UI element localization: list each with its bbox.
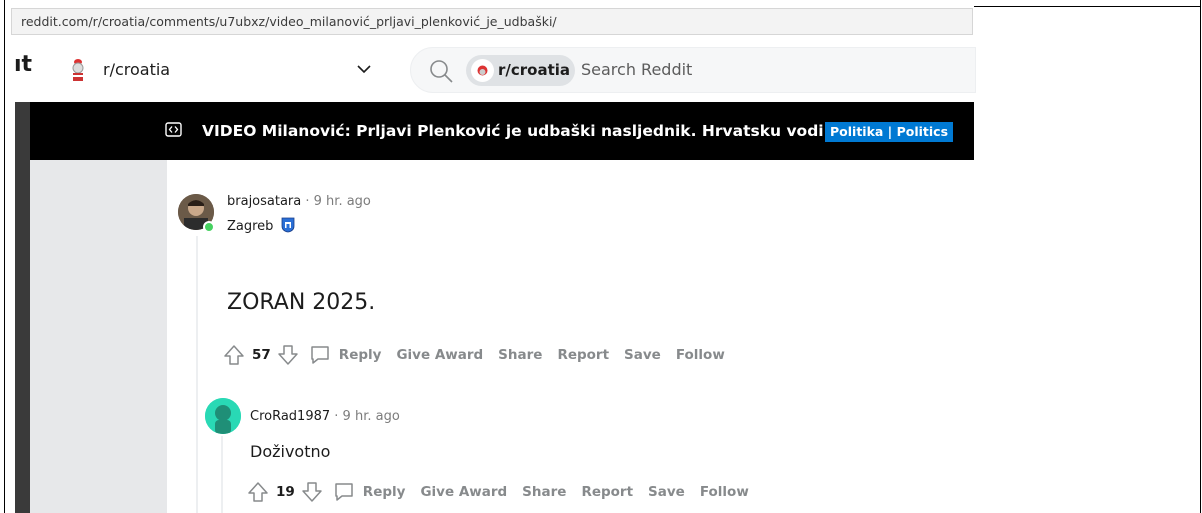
comment-bubble-icon[interactable] [333,481,355,503]
comment-timestamp[interactable]: · 9 hr. ago [305,194,371,209]
give-award-button[interactable]: Give Award [420,484,507,500]
comment-body: Doživotno [250,442,331,461]
user-flair: Zagreb [227,217,295,234]
downvote-icon[interactable] [301,481,323,503]
follow-button[interactable]: Follow [676,347,725,363]
search-chip-label: r/croatia [498,61,571,79]
upvote-icon[interactable] [247,481,269,503]
upvote-icon[interactable] [223,344,245,366]
search-icon [430,60,453,83]
search-box[interactable]: r/croatia Search Reddit [410,47,976,93]
comment-body: ZORAN 2025. [227,290,376,315]
reply-button[interactable]: Reply [363,484,406,500]
comment-timestamp[interactable]: · 9 hr. ago [334,409,400,424]
subreddit-chip-avatar [471,59,494,82]
comment-author[interactable]: brajosatara [227,194,301,209]
left-dark-strip [15,102,30,513]
video-post-icon [165,122,182,137]
post-title[interactable]: VIDEO Milanović: Prljavi Plenković je ud… [202,122,883,140]
subreddit-search-chip[interactable]: r/croatia [466,55,575,86]
save-button[interactable]: Save [624,347,661,363]
downvote-icon[interactable] [277,344,299,366]
comment-meta: CroRad1987 · 9 hr. ago [250,409,400,424]
follow-button[interactable]: Follow [700,484,749,500]
report-button[interactable]: Report [581,484,633,500]
left-gutter [30,160,167,513]
zagreb-crest-icon [281,217,294,233]
comment-actions: 19 Reply Give Award Share Report Save Fo… [247,480,764,504]
vote-count: 19 [276,484,295,500]
comment-meta: brajosatara · 9 hr. ago [227,194,371,209]
reply-button[interactable]: Reply [339,347,382,363]
frame-border-right [1200,0,1201,513]
comment-bubble-icon[interactable] [309,344,331,366]
subreddit-name[interactable]: r/croatia [103,60,170,79]
subreddit-icon [72,59,84,81]
comment-actions: 57 Reply Give Award Share Report Save Fo… [223,343,740,367]
comment-author[interactable]: CroRad1987 [250,409,330,424]
user-flair-text: Zagreb [227,219,274,234]
chevron-down-icon[interactable] [357,64,371,74]
thread-line[interactable] [221,436,223,513]
save-button[interactable]: Save [648,484,685,500]
post-title-bar: VIDEO Milanović: Prljavi Plenković je ud… [30,102,974,160]
frame-border-top [974,6,1201,7]
reddit-header: ıt r/croatia r/croatia Search Reddit [5,42,976,102]
thread-line[interactable] [196,236,198,513]
share-button[interactable]: Share [498,347,542,363]
address-bar[interactable]: reddit.com/r/croatia/comments/u7ubxz/vid… [11,8,973,35]
avatar[interactable] [205,398,241,434]
vote-count: 57 [252,347,271,363]
share-button[interactable]: Share [522,484,566,500]
report-button[interactable]: Report [557,347,609,363]
online-status-dot [203,221,215,233]
post-flair[interactable]: Politika | Politics [825,122,954,142]
search-input[interactable]: Search Reddit [581,60,692,79]
give-award-button[interactable]: Give Award [396,347,483,363]
reddit-logo-fragment[interactable]: ıt [14,52,32,77]
